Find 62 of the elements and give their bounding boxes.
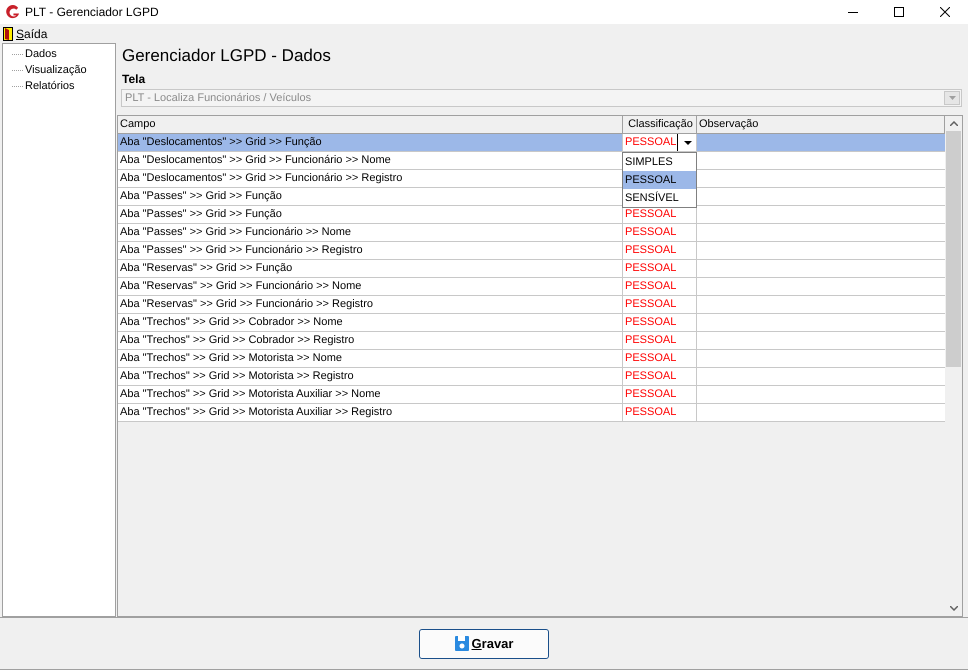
scroll-down-icon	[950, 606, 958, 611]
table-cell: Aba "Passes" >> Grid >> Função	[120, 190, 282, 202]
table-cell-text: PESSOAL	[624, 297, 676, 312]
table-cell: Aba "Deslocamentos" >> Grid >> Funcionário >> Registro	[120, 172, 402, 184]
table-row[interactable]: Aba "Passes" >> Grid >> Função PESSOAL	[118, 206, 945, 224]
table-cell: Aba "Reservas" >> Grid >> Funcionário >> Nome	[120, 280, 362, 292]
table-row[interactable]: Aba "Trechos" >> Grid >> Motorista >> Registro PESSOAL	[118, 368, 945, 386]
table-row[interactable]: Aba "Reservas" >> Grid >> Função PESSOAL	[118, 260, 945, 278]
scroll-up-icon	[950, 121, 958, 126]
tree-item[interactable]: Relatórios	[25, 78, 75, 94]
table-cell: Aba "Passes" >> Grid >> Funcionário >> Nome	[120, 226, 351, 238]
dropdown-option[interactable]: PESSOAL	[623, 171, 696, 189]
table-cell: Aba "Trechos" >> Grid >> Motorista Auxiliar >> Nome	[120, 388, 381, 400]
table-row[interactable]: Aba "Deslocamentos" >> Grid >> Função PESSOAL	[118, 134, 945, 152]
table-row[interactable]: Aba "Trechos" >> Grid >> Cobrador >> Registro PESSOAL	[118, 332, 945, 350]
table-row[interactable]: Aba "Reservas" >> Grid >> Funcionário >> Registro PESSOAL	[118, 296, 945, 314]
table-cell: Aba "Trechos" >> Grid >> Motorista Auxiliar >> Registro	[120, 406, 392, 418]
table-cell-text: PESSOAL	[624, 243, 676, 258]
tree-item[interactable]: Dados	[25, 46, 57, 62]
scrollbar-thumb[interactable]	[946, 131, 961, 367]
table-cell: Aba "Trechos" >> Grid >> Motorista >> Registro	[120, 370, 354, 382]
table-cell-text: PESSOAL	[624, 369, 676, 384]
window-title: PLT - Gerenciador LGPD	[25, 4, 159, 21]
page-heading: Gerenciador LGPD - Dados	[122, 45, 332, 67]
column-header[interactable]: Classificação	[623, 116, 697, 133]
column-header[interactable]: Campo	[118, 116, 623, 133]
tree-item[interactable]: Visualização	[25, 62, 87, 78]
table-cell-text: PESSOAL	[624, 333, 676, 348]
app-logo-icon	[5, 4, 20, 20]
table-cell-text: PESSOAL	[624, 315, 676, 330]
table-cell: Aba "Passes" >> Grid >> Funcionário >> Registro	[120, 244, 363, 256]
table-cell: Aba "Reservas" >> Grid >> Função	[120, 262, 292, 274]
table-cell-text: PESSOAL	[624, 279, 676, 294]
table-row[interactable]: Aba "Trechos" >> Grid >> Motorista Auxiliar >> Registro PESSOAL	[118, 404, 945, 422]
table-cell: Aba "Deslocamentos" >> Grid >> Função	[120, 136, 322, 148]
dropdown-arrow-icon	[684, 140, 692, 144]
table-cell: Aba "Reservas" >> Grid >> Funcionário >> Registro	[120, 298, 373, 310]
table-row[interactable]: Aba "Trechos" >> Grid >> Motorista Auxiliar >> Nome PESSOAL	[118, 386, 945, 404]
classification-dropdown[interactable]: PESSOAL	[623, 134, 696, 151]
table-cell: Aba "Trechos" >> Grid >> Cobrador >> Registro	[120, 334, 354, 346]
table-cell-text: PESSOAL	[624, 351, 676, 366]
table-cell-text: PESSOAL	[624, 261, 676, 276]
table-row[interactable]: Aba "Passes" >> Grid >> Funcionário >> Registro PESSOAL	[118, 242, 945, 260]
exit-menu-item[interactable]: Saída	[3, 24, 48, 43]
maximize-icon	[894, 7, 904, 17]
table-cell-text: PESSOAL	[624, 225, 676, 240]
door-icon	[3, 26, 13, 40]
field-label: Tela	[122, 72, 146, 87]
table-cell-text: PESSOAL	[624, 405, 676, 420]
table-row[interactable]: Aba "Trechos" >> Grid >> Cobrador >> Nome PESSOAL	[118, 314, 945, 332]
close-icon	[940, 7, 950, 17]
table-cell: Aba "Deslocamentos" >> Grid >> Funcionário >> Nome	[120, 154, 391, 166]
table-row[interactable]: Aba "Trechos" >> Grid >> Motorista >> Nome PESSOAL	[118, 350, 945, 368]
table-row[interactable]: Aba "Passes" >> Grid >> Funcionário >> Nome PESSOAL	[118, 224, 945, 242]
save-button[interactable]: Gravar	[419, 628, 549, 658]
table-row[interactable]: Aba "Reservas" >> Grid >> Funcionário >> Nome PESSOAL	[118, 278, 945, 296]
table-cell: Aba "Passes" >> Grid >> Função	[120, 208, 282, 220]
table-cell-text: PESSOAL	[624, 207, 676, 222]
table-cell: Aba "Trechos" >> Grid >> Motorista >> Nome	[120, 352, 342, 364]
table-cell: Aba "Trechos" >> Grid >> Cobrador >> Nome	[120, 316, 343, 328]
dropdown-arrow-icon	[948, 96, 956, 100]
table-cell-text: PESSOAL	[624, 387, 676, 402]
